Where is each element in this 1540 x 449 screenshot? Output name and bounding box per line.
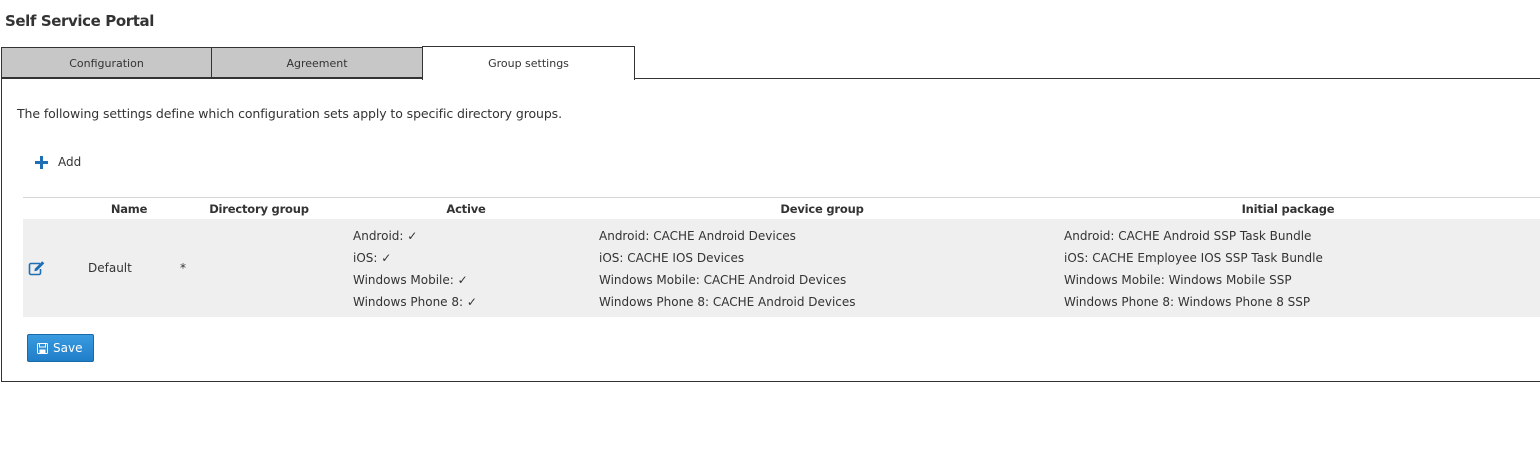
initial-package-windows-phone-8: Windows Phone 8: Windows Phone 8 SSP [1064,295,1311,309]
row-device-group-list: Android: CACHE Android Devices iOS: CACH… [599,228,856,316]
tab-configuration[interactable]: Configuration [1,47,212,78]
active-windows-mobile: Windows Mobile: ✓ [353,273,468,287]
save-label: Save [53,341,83,355]
row-initial-package-list: Android: CACHE Android SSP Task Bundle i… [1064,228,1323,316]
intro-text: The following settings define which conf… [17,106,562,121]
device-group-windows-mobile: Windows Mobile: CACHE Android Devices [599,273,847,287]
add-button[interactable]: Add [35,153,81,171]
floppy-disk-icon [37,342,48,354]
tab-agreement[interactable]: Agreement [211,47,423,78]
row-active-list: Android: ✓ iOS: ✓ Windows Mobile: ✓ Wind… [353,228,477,316]
add-label: Add [58,155,82,169]
initial-package-android: Android: CACHE Android SSP Task Bundle [1064,229,1312,243]
plus-icon [35,155,48,169]
column-header-device-group[interactable]: Device group [780,202,863,216]
column-header-initial-package[interactable]: Initial package [1242,202,1335,216]
active-windows-phone-8: Windows Phone 8: ✓ [353,295,477,309]
initial-package-windows-mobile: Windows Mobile: Windows Mobile SSP [1064,273,1292,287]
save-button[interactable]: Save [27,334,94,362]
row-name: Default [88,261,132,275]
device-group-windows-phone-8: Windows Phone 8: CACHE Android Devices [599,295,856,309]
active-ios: iOS: ✓ [353,251,392,265]
column-header-active[interactable]: Active [446,202,485,216]
table-header: Name Directory group Active Device group… [23,197,1540,219]
page-title: Self Service Portal [5,12,154,30]
row-directory-group: * [180,261,186,275]
tab-group-settings[interactable]: Group settings [422,46,635,80]
device-group-ios: iOS: CACHE IOS Devices [599,251,745,265]
group-settings-table: Name Directory group Active Device group… [23,197,1540,317]
column-header-directory-group[interactable]: Directory group [209,202,309,216]
column-header-name[interactable]: Name [111,202,148,216]
table-row[interactable]: Default * Android: ✓ iOS: ✓ Windows Mobi… [23,219,1540,317]
group-settings-panel: The following settings define which conf… [1,78,1540,382]
device-group-android: Android: CACHE Android Devices [599,229,796,243]
initial-package-ios: iOS: CACHE Employee IOS SSP Task Bundle [1064,251,1323,265]
edit-icon[interactable] [28,260,46,276]
tab-bar: Configuration Agreement Group settings [1,46,1540,80]
active-android: Android: ✓ [353,229,418,243]
